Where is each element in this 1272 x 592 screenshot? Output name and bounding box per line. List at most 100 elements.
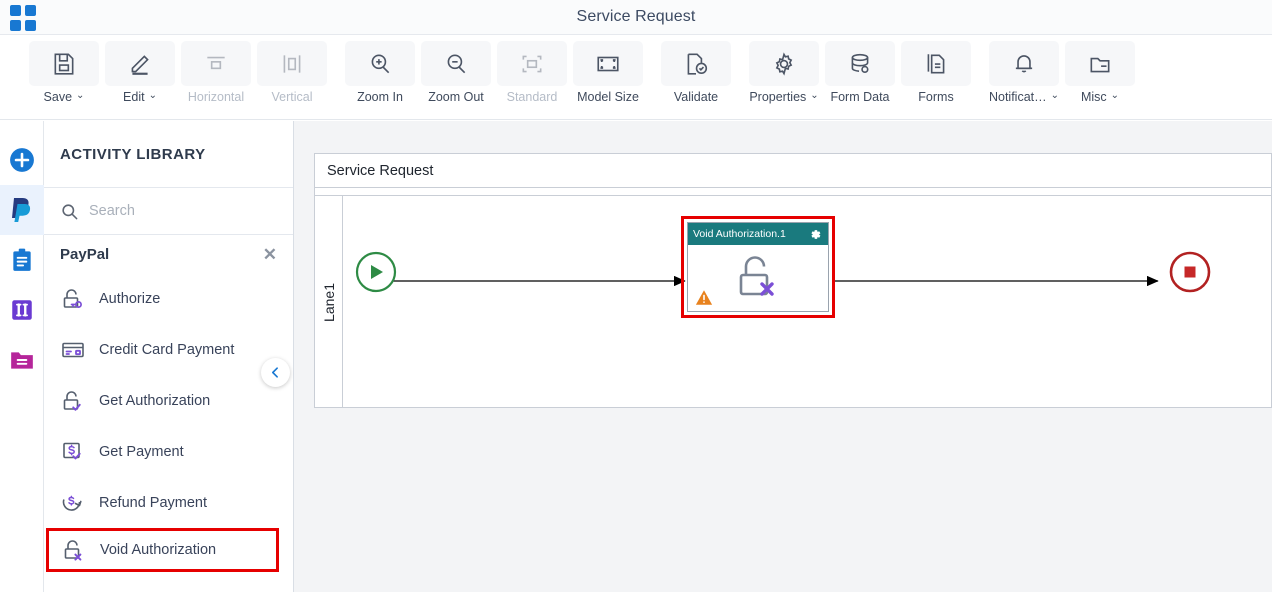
left-rail	[0, 121, 44, 592]
grid-icon[interactable]	[10, 5, 36, 31]
lock-x-icon	[61, 537, 87, 563]
group-header-paypal: PayPal ✕	[44, 235, 293, 273]
credit-card-icon	[60, 337, 86, 363]
zoom-in-icon	[367, 51, 393, 77]
toolbar-button-zoom-in[interactable]: Zoom In	[342, 41, 418, 115]
toolbar-button-notifications[interactable]: Notificat… ⌄	[986, 41, 1062, 115]
activity-item-refund-payment[interactable]: Refund Payment	[44, 477, 293, 528]
activity-item-get-authorization[interactable]: Get Authorization	[44, 375, 293, 426]
activity-item-credit-card-payment[interactable]: Credit Card Payment	[44, 324, 293, 375]
chevron-down-icon: ⌄	[1110, 90, 1120, 101]
rail-item-folder[interactable]	[0, 335, 44, 385]
toolbar-label-misc: Misc	[1080, 90, 1107, 104]
paypal-icon	[9, 196, 35, 224]
gear-icon[interactable]	[809, 228, 822, 241]
toolbar-button-vertical[interactable]: Vertical	[254, 41, 330, 115]
search-bar[interactable]	[44, 188, 293, 235]
toolbar-button-form-data[interactable]: Form Data	[822, 41, 898, 115]
task-header: Void Authorization.1	[688, 223, 828, 245]
search-icon	[60, 202, 79, 221]
lane-container: Lane1 Void Authorization.1	[315, 195, 1272, 408]
task-title: Void Authorization.1	[693, 228, 786, 240]
clipboard-icon	[9, 247, 35, 273]
plus-circle-icon	[9, 147, 35, 173]
toolbar-label-zoom-in: Zoom In	[357, 90, 403, 104]
document-icon	[923, 51, 949, 77]
activity-label: Get Payment	[99, 443, 184, 460]
activity-label: Get Authorization	[99, 392, 211, 409]
toolbar-button-properties[interactable]: Properties ⌄	[746, 41, 822, 115]
toolbar-label-vertical: Vertical	[271, 90, 313, 104]
activity-label: Authorize	[99, 290, 161, 307]
toolbar-label-validate: Validate	[673, 90, 719, 104]
toolbar-label-standard: Standard	[506, 90, 558, 104]
activity-label: Void Authorization	[100, 542, 217, 558]
rail-item-clipboard[interactable]	[0, 235, 44, 285]
chevron-left-icon	[269, 366, 282, 379]
lock-check-icon	[60, 388, 86, 414]
activity-library-panel: ACTIVITY LIBRARY PayPal ✕	[44, 121, 294, 592]
toolbar-button-standard[interactable]: Standard	[494, 41, 570, 115]
task-body	[688, 245, 828, 312]
task-void-authorization[interactable]: Void Authorization.1	[681, 216, 835, 318]
toolbar-label-model-size: Model Size	[577, 90, 639, 104]
pencil-icon	[127, 51, 153, 77]
model-size-icon	[595, 51, 621, 77]
validate-icon	[683, 51, 709, 77]
save-icon	[51, 51, 77, 77]
horizontal-icon	[203, 51, 229, 77]
toolbar-button-horizontal[interactable]: Horizontal	[178, 41, 254, 115]
toolbar-label-horizontal: Horizontal	[187, 90, 245, 104]
toolbar-label-edit: Edit	[123, 90, 145, 104]
start-event[interactable]	[354, 250, 398, 294]
lock-x-icon	[731, 251, 785, 303]
pool-service-request: Service Request Lane1 Void Authorization…	[314, 153, 1272, 408]
lock-key-icon	[60, 286, 86, 312]
activity-item-authorize[interactable]: Authorize	[44, 273, 293, 324]
folder-pink-icon	[9, 347, 35, 373]
end-event[interactable]	[1168, 250, 1212, 294]
toolbar-label-form-data: Form Data	[830, 90, 890, 104]
rail-item-add[interactable]	[0, 135, 44, 185]
chevron-down-icon: ⌄	[1050, 90, 1060, 101]
warning-icon	[695, 289, 713, 306]
lane-label: Lane1	[315, 196, 343, 408]
activity-label: Credit Card Payment	[99, 341, 235, 358]
toolbar-button-save[interactable]: Save ⌄	[26, 41, 102, 115]
panel-collapse-button[interactable]	[261, 358, 290, 387]
title-bar: Service Request	[0, 0, 1272, 35]
close-icon[interactable]: ✕	[263, 246, 277, 263]
activity-item-get-payment[interactable]: Get Payment	[44, 426, 293, 477]
dollar-refund-icon	[60, 490, 86, 516]
toolbar-button-edit[interactable]: Edit ⌄	[102, 41, 178, 115]
activity-label: Refund Payment	[99, 494, 208, 511]
toolbar-button-validate[interactable]: Validate	[658, 41, 734, 115]
zoom-out-icon	[443, 51, 469, 77]
chevron-down-icon: ⌄	[148, 90, 157, 101]
toolbar: Save ⌄ Edit ⌄ Horizontal Vertical Zoom I…	[0, 35, 1272, 120]
page-title: Service Request	[576, 8, 696, 25]
search-input[interactable]	[89, 203, 259, 219]
toolbar-label-notifications: Notificat…	[988, 90, 1047, 104]
chevron-down-icon: ⌄	[76, 90, 85, 101]
toolbar-label-zoom-out: Zoom Out	[428, 90, 484, 104]
toolbar-label-save: Save	[43, 90, 73, 104]
group-label: PayPal	[60, 245, 110, 263]
toolbar-button-model-size[interactable]: Model Size	[570, 41, 646, 115]
rail-item-columns[interactable]	[0, 285, 44, 335]
diagram-canvas[interactable]: Service Request Lane1 Void Authorization…	[294, 121, 1272, 592]
bell-icon	[1011, 51, 1037, 77]
rail-item-paypal[interactable]	[0, 185, 44, 235]
toolbar-button-zoom-out[interactable]: Zoom Out	[418, 41, 494, 115]
application-window: Service Request Save ⌄ Edit ⌄ Horizontal…	[0, 0, 1272, 592]
panel-title: ACTIVITY LIBRARY	[44, 121, 293, 188]
activity-item-void-authorization[interactable]: Void Authorization	[46, 528, 279, 572]
database-icon	[847, 51, 873, 77]
toolbar-button-forms[interactable]: Forms	[898, 41, 974, 115]
folder-icon	[1087, 51, 1113, 77]
pool-title: Service Request	[315, 154, 1271, 188]
toolbar-button-misc[interactable]: Misc ⌄	[1062, 41, 1138, 115]
toolbar-label-properties: Properties	[749, 90, 807, 104]
vertical-icon	[279, 51, 305, 77]
gear-icon	[771, 51, 797, 77]
